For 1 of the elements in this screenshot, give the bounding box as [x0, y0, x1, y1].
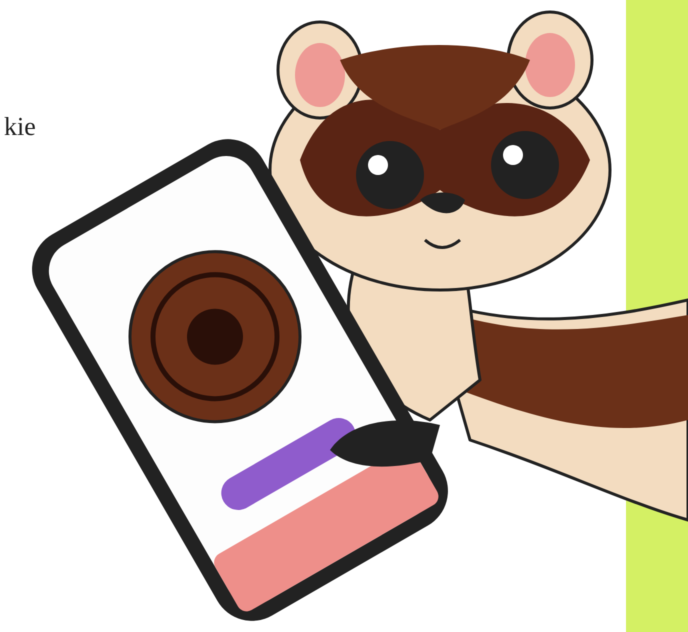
intro-text: kie — [4, 112, 36, 141]
